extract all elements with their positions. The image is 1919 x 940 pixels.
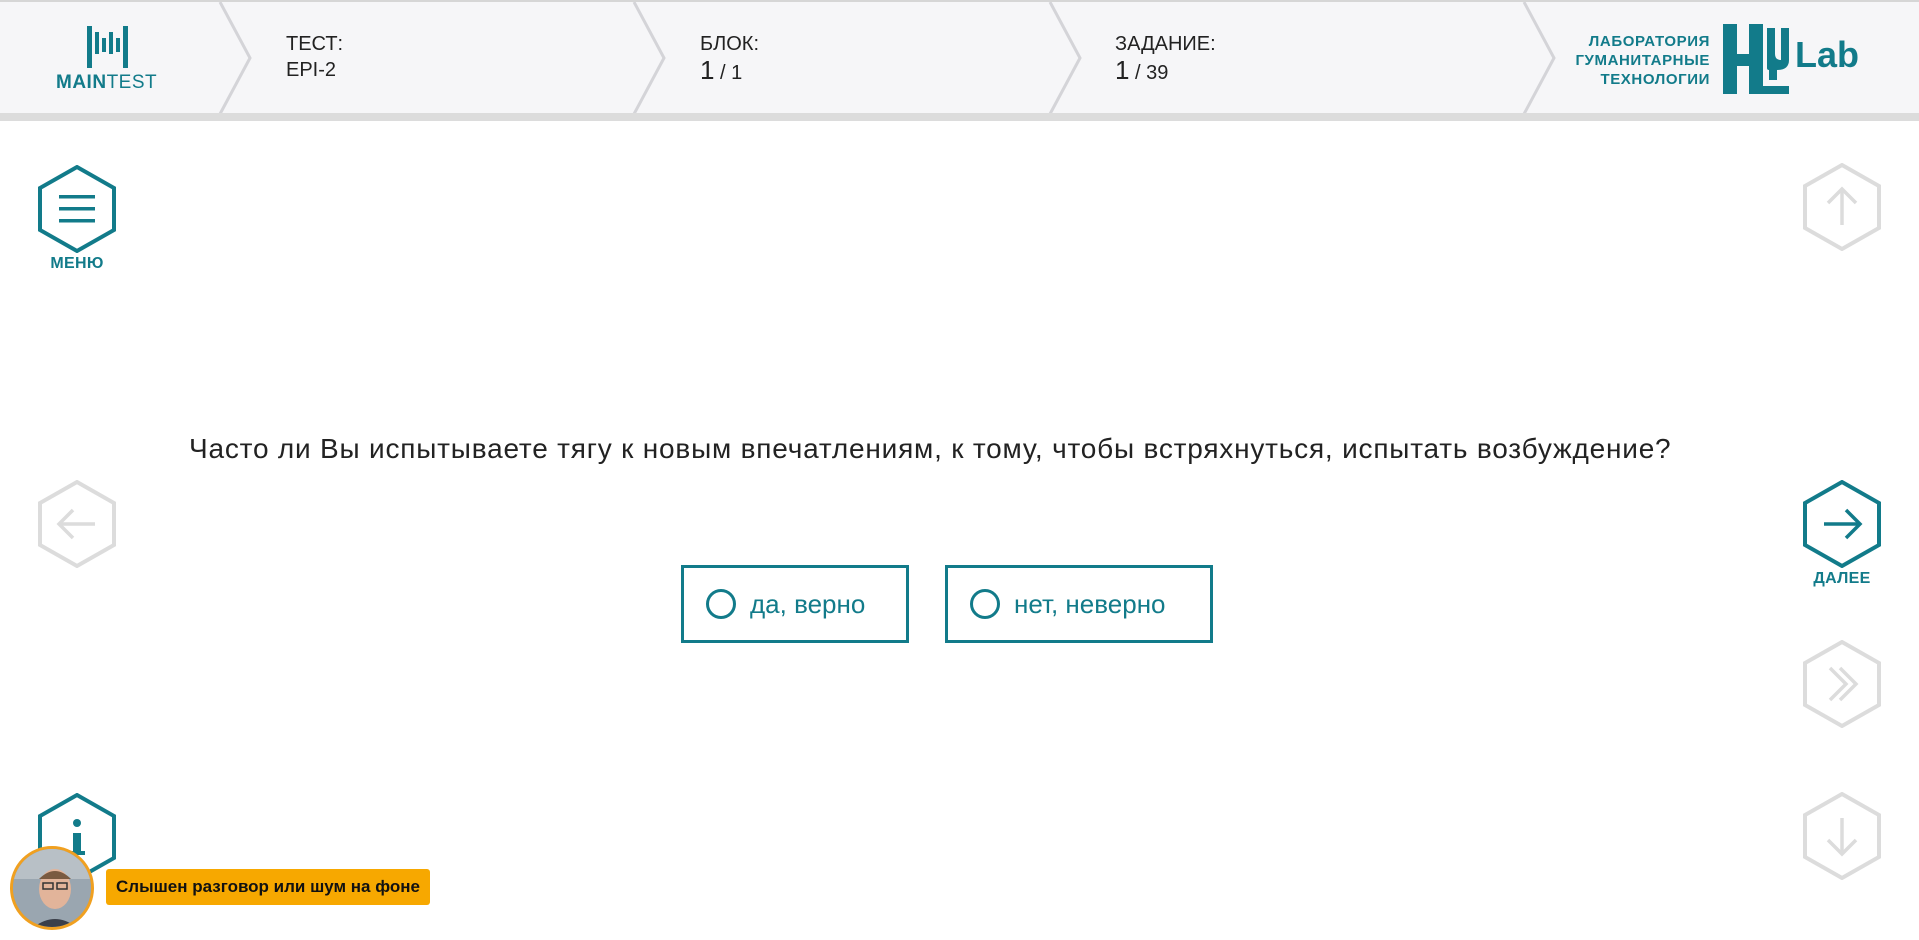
arrow-left-icon: [38, 480, 116, 568]
header-divider: [0, 113, 1919, 121]
answer-yes-label: да, верно: [750, 588, 866, 619]
task-total: / 39: [1135, 62, 1169, 84]
question-text: Часто ли Вы испытываете тягу к новым впе…: [189, 433, 1672, 464]
test-info: ТЕСТ: EPI-2: [286, 32, 343, 84]
menu-button[interactable]: МЕНЮ: [37, 165, 117, 285]
radio-icon[interactable]: [970, 589, 1000, 619]
menu-icon: [38, 165, 116, 253]
maintest-logo-text: MAINTEST: [56, 72, 158, 93]
htlab-logo: ЛАБОРАТОРИЯ ГУМАНИТАРНЫЕ ТЕХНОЛОГИИ Lab: [1575, 24, 1865, 96]
htlab-logo-text: ЛАБОРАТОРИЯ ГУМАНИТАРНЫЕ ТЕХНОЛОГИИ: [1575, 33, 1710, 88]
skip-button[interactable]: [1802, 640, 1882, 760]
arrow-up-icon: [1803, 163, 1881, 251]
double-chevron-right-icon: [1803, 640, 1881, 728]
task-label: ЗАДАНИЕ:: [1115, 33, 1216, 55]
next-label: ДАЛЕЕ: [1813, 570, 1871, 587]
test-label: ТЕСТ:: [286, 33, 344, 55]
block-label: БЛОК:: [700, 33, 760, 55]
arrow-down-icon: [1803, 792, 1881, 880]
answer-no[interactable]: нет, неверно: [945, 565, 1213, 643]
test-value: EPI-2: [286, 59, 337, 81]
page: MAINTEST ТЕСТ: EPI-2 БЛОК: 1 / 1 ЗАДАНИЕ…: [0, 0, 1919, 940]
answer-no-label: нет, неверно: [1014, 588, 1166, 619]
radio-icon[interactable]: [706, 589, 736, 619]
user-avatar-icon: [13, 849, 91, 927]
block-total: / 1: [720, 62, 743, 84]
block-info: БЛОК: 1 / 1: [700, 32, 759, 87]
maintest-logo-icon: [87, 26, 128, 68]
scroll-up-button[interactable]: [1802, 163, 1882, 283]
header: MAINTEST ТЕСТ: EPI-2 БЛОК: 1 / 1 ЗАДАНИЕ…: [0, 0, 1919, 115]
webcam-preview[interactable]: [10, 846, 94, 930]
menu-label: МЕНЮ: [50, 255, 104, 272]
back-button[interactable]: [37, 480, 117, 600]
htlab-lab-word: Lab: [1795, 34, 1860, 75]
next-button[interactable]: ДАЛЕЕ: [1802, 480, 1882, 600]
answer-yes[interactable]: да, верно: [681, 565, 909, 643]
htlab-logo-icon: [1723, 24, 1789, 94]
scroll-down-button[interactable]: [1802, 792, 1882, 912]
maintest-logo: MAINTEST: [56, 22, 166, 94]
task-info: ЗАДАНИЕ: 1 / 39: [1115, 32, 1216, 87]
arrow-right-icon: [1803, 480, 1881, 568]
noise-warning-toast: Слышен разговор или шум на фоне: [106, 869, 430, 905]
task-current: 1: [1115, 55, 1130, 85]
block-current: 1: [700, 55, 715, 85]
answer-options: да, верно нет, неверно: [681, 565, 1213, 643]
